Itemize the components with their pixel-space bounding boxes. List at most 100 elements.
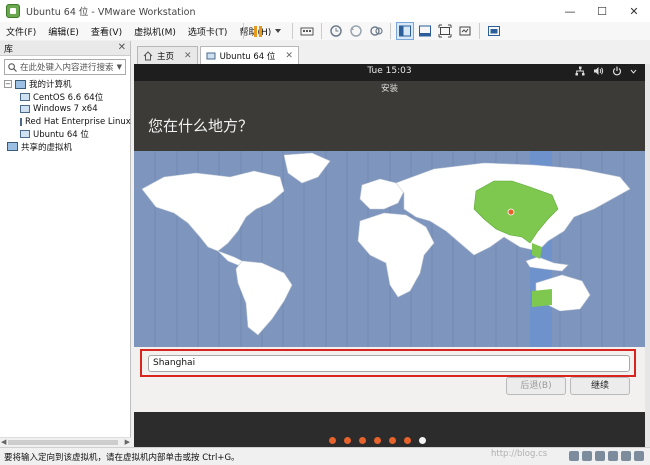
maximize-button[interactable]: ☐ (586, 0, 618, 22)
thumbnail-bar-button[interactable] (416, 22, 434, 40)
installer-title: 安装 (134, 81, 645, 98)
tab-label: 主页 (157, 51, 175, 62)
cd-rom-icon[interactable] (582, 451, 592, 461)
tab-label: Ubuntu 64 位 (219, 51, 276, 62)
continents (141, 152, 631, 336)
home-icon (143, 50, 153, 60)
close-button[interactable]: ✕ (618, 0, 650, 22)
unity-mode-button[interactable] (456, 22, 474, 40)
progress-dot (404, 437, 411, 444)
menu-file[interactable]: 文件(F) (0, 25, 42, 38)
hard-disk-icon[interactable] (569, 451, 579, 461)
usb-icon[interactable] (608, 451, 618, 461)
installer-progress-area (134, 412, 645, 447)
toolbar-separator (390, 23, 391, 39)
tree-label: Ubuntu 64 位 (33, 130, 89, 141)
tree-label: 我的计算机 (29, 80, 72, 91)
toolbar-separator (479, 23, 480, 39)
console-scrollbar[interactable] (645, 64, 650, 447)
power-icon[interactable] (612, 66, 622, 76)
tree-item-my-computer[interactable]: − 我的计算机 (4, 78, 130, 91)
search-icon (8, 62, 17, 72)
collapse-icon[interactable]: − (4, 80, 12, 89)
africa (357, 212, 435, 298)
vm-console[interactable]: Tue 15:03 安装 您在什么地方？ Shanghai 后退(B) 继续 (134, 64, 645, 447)
vm-tree: − 我的计算机 CentOS 6.6 64位 Windows 7 x64 Red… (0, 78, 131, 154)
scroll-left-icon[interactable]: ◀ (1, 438, 6, 446)
volume-icon[interactable] (593, 66, 604, 76)
page-question: 您在什么地方？ (148, 117, 254, 135)
pause-icon (254, 25, 262, 37)
toolbar (240, 21, 503, 41)
computer-icon (15, 79, 26, 89)
status-bar: 要将输入定向到该虚拟机，请在虚拟机内部单击或按 Ctrl+G。 (0, 447, 650, 465)
tab-bar: 主页 ✕ Ubuntu 64 位 ✕ (134, 44, 650, 64)
continue-button[interactable]: 继续 (570, 377, 630, 395)
timezone-map[interactable] (134, 151, 645, 347)
library-search-placeholder: 在此处键入内容进行搜索 (20, 63, 114, 73)
tab-home[interactable]: 主页 ✕ (137, 46, 198, 64)
send-ctrl-alt-del-button[interactable] (298, 22, 316, 40)
tree-item-vm[interactable]: Red Hat Enterprise Linux (4, 116, 131, 129)
clock[interactable]: Tue 15:03 (134, 66, 645, 76)
thumbnail-view-icon (419, 25, 431, 37)
location-input[interactable]: Shanghai (148, 355, 630, 372)
status-message: 要将输入定向到该虚拟机，请在虚拟机内部单击或按 Ctrl+G。 (4, 452, 240, 463)
library-title: 库 (4, 44, 14, 55)
watermark: http://blog.cs (491, 449, 548, 459)
sound-icon[interactable] (621, 451, 631, 461)
console-view-icon (488, 26, 500, 36)
revert-snapshot-button[interactable] (347, 22, 365, 40)
fullscreen-button[interactable] (436, 22, 454, 40)
scrollbar-thumb[interactable] (8, 440, 118, 445)
menu-view[interactable]: 查看(V) (85, 25, 128, 38)
show-library-button[interactable] (396, 22, 414, 40)
world-map[interactable] (134, 151, 645, 347)
selected-region-australia (532, 289, 552, 307)
snapshot-manager-button[interactable] (367, 22, 385, 40)
menu-vm[interactable]: 虚拟机(M) (128, 25, 182, 38)
toolbar-separator (321, 23, 322, 39)
display-icon[interactable] (634, 451, 644, 461)
network-adapter-icon[interactable] (595, 451, 605, 461)
installer-header: 您在什么地方？ (134, 98, 645, 151)
library-horizontal-scrollbar[interactable]: ◀ ▶ (0, 437, 131, 447)
menu-edit[interactable]: 编辑(E) (42, 25, 85, 38)
chevron-down-icon[interactable] (630, 66, 637, 76)
tree-label: Windows 7 x64 (33, 104, 98, 115)
tab-close-icon[interactable]: ✕ (285, 51, 293, 61)
snapshot-manager-icon (370, 26, 383, 36)
shared-vms-icon (7, 142, 18, 152)
library-search-input[interactable]: 在此处键入内容进行搜索 ▼ (4, 59, 126, 75)
ubuntu-top-bar: Tue 15:03 (134, 64, 645, 81)
installer-form: Shanghai 后退(B) 继续 (134, 347, 645, 412)
library-close-button[interactable]: ✕ (118, 42, 126, 53)
tree-item-vm[interactable]: CentOS 6.6 64位 (4, 91, 130, 104)
tree-label: Red Hat Enterprise Linux (25, 116, 131, 127)
progress-dot (359, 437, 366, 444)
greenland (283, 152, 331, 184)
system-tray (575, 66, 637, 76)
console-view-button[interactable] (485, 22, 503, 40)
tree-item-vm[interactable]: Ubuntu 64 位 (4, 128, 130, 141)
unity-icon (459, 26, 471, 36)
power-dropdown-button[interactable] (269, 22, 287, 40)
vm-icon (20, 105, 30, 114)
tab-ubuntu[interactable]: Ubuntu 64 位 ✕ (199, 46, 299, 64)
menu-tabs[interactable]: 选项卡(T) (182, 25, 234, 38)
progress-dot (374, 437, 381, 444)
scroll-right-icon[interactable]: ▶ (125, 438, 130, 446)
back-button[interactable]: 后退(B) (506, 377, 566, 395)
snapshot-button[interactable] (327, 22, 345, 40)
vm-icon (20, 117, 22, 126)
network-icon[interactable] (575, 66, 585, 76)
tree-item-vm[interactable]: Windows 7 x64 (4, 103, 130, 116)
north-america (141, 170, 285, 252)
vm-tab-icon (206, 52, 216, 59)
pause-button[interactable] (249, 22, 267, 40)
search-dropdown-icon[interactable]: ▼ (117, 63, 122, 71)
minimize-button[interactable]: — (554, 0, 586, 22)
vmware-icon (6, 4, 20, 18)
tree-item-shared-vms[interactable]: 共享的虚拟机 (4, 141, 130, 154)
tab-close-icon[interactable]: ✕ (184, 51, 192, 61)
